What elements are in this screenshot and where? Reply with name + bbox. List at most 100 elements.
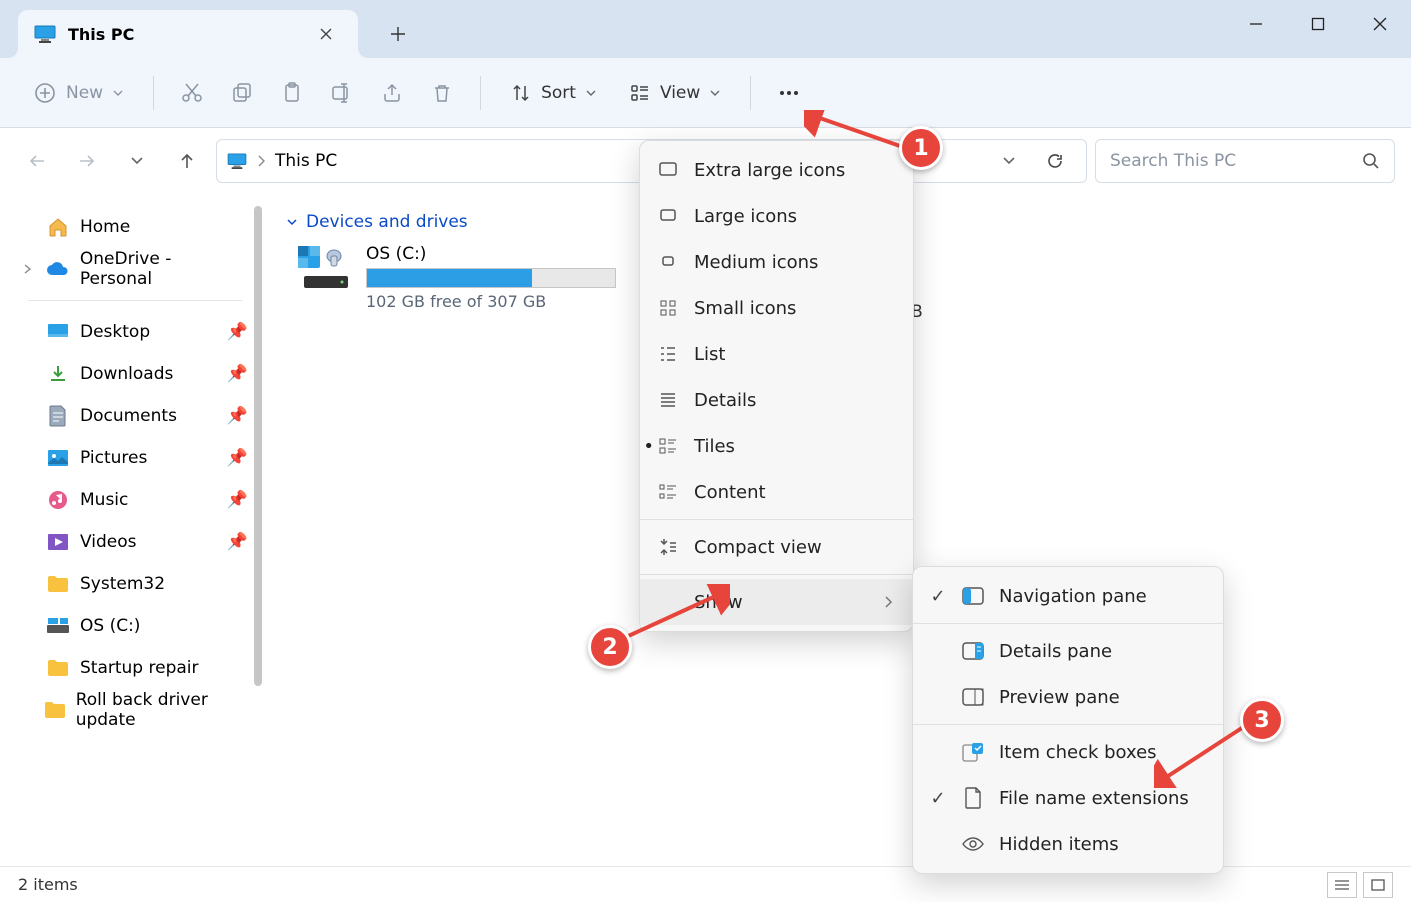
folder-icon xyxy=(46,572,70,596)
this-pc-icon xyxy=(34,25,56,43)
view-menu-medium-icons[interactable]: Medium icons xyxy=(640,239,913,285)
recent-locations-button[interactable] xyxy=(116,140,158,182)
callout-3: 3 xyxy=(1240,698,1284,742)
maximize-button[interactable] xyxy=(1287,0,1349,48)
address-history-button[interactable] xyxy=(988,140,1030,182)
back-button[interactable] xyxy=(16,140,58,182)
sidebar-item-startup-repair[interactable]: Startup repair xyxy=(12,647,258,689)
toolbar: New Sort View xyxy=(0,58,1411,128)
chevron-right-icon xyxy=(883,595,893,609)
x-icon xyxy=(319,27,333,41)
view-menu-content[interactable]: Content xyxy=(640,469,913,515)
paste-button[interactable] xyxy=(270,71,314,115)
view-menu-compact-view[interactable]: Compact view xyxy=(640,524,913,570)
close-tab-button[interactable] xyxy=(310,18,342,50)
sidebar-item-system32[interactable]: System32 xyxy=(12,563,258,605)
callout-1: 1 xyxy=(899,126,943,170)
x-icon xyxy=(1373,17,1387,31)
refresh-button[interactable] xyxy=(1034,140,1076,182)
forward-button[interactable] xyxy=(66,140,108,182)
new-tab-button[interactable] xyxy=(378,14,418,54)
search-icon xyxy=(1362,152,1380,170)
large-icons-view-button[interactable] xyxy=(1363,872,1393,898)
arrow-left-icon xyxy=(28,152,46,170)
sidebar-item-videos[interactable]: Videos📌 xyxy=(12,521,258,563)
cut-button[interactable] xyxy=(170,71,214,115)
copy-button[interactable] xyxy=(220,71,264,115)
sidebar-divider xyxy=(28,300,242,301)
pin-icon: 📌 xyxy=(227,406,248,426)
share-button[interactable] xyxy=(370,71,414,115)
sidebar-item-home[interactable]: Home xyxy=(12,206,258,248)
window-tab[interactable]: This PC xyxy=(18,10,358,58)
view-menu-details[interactable]: Details xyxy=(640,377,913,423)
search-input[interactable] xyxy=(1110,151,1362,171)
view-menu-list[interactable]: List xyxy=(640,331,913,377)
delete-button[interactable] xyxy=(420,71,464,115)
arrow-up-icon xyxy=(178,152,196,170)
breadcrumb-location[interactable]: This PC xyxy=(275,151,337,171)
menu-divider xyxy=(913,623,1223,624)
maximize-icon xyxy=(1311,17,1325,31)
trash-icon xyxy=(431,82,453,104)
cloud-icon xyxy=(46,257,70,281)
chevron-down-icon xyxy=(1002,154,1016,168)
sidebar-item-pictures[interactable]: Pictures📌 xyxy=(12,437,258,479)
list-lines-icon xyxy=(1334,879,1350,891)
expand-icon[interactable] xyxy=(18,264,36,274)
check-icon: ✓ xyxy=(929,586,947,607)
new-button[interactable]: New xyxy=(20,71,137,115)
sidebar-item-downloads[interactable]: Downloads📌 xyxy=(12,353,258,395)
arrow-right-icon xyxy=(78,152,96,170)
show-menu-details-pane[interactable]: Details pane xyxy=(913,628,1223,674)
sidebar-item-onedrive[interactable]: OneDrive - Personal xyxy=(12,248,258,290)
view-button[interactable]: View xyxy=(616,71,734,115)
view-menu-extra-large-icons[interactable]: Extra large icons xyxy=(640,147,913,193)
sidebar-item-desktop[interactable]: Desktop📌 xyxy=(12,311,258,353)
show-submenu: ✓Navigation pane Details pane Preview pa… xyxy=(912,566,1224,874)
drive-os-c[interactable]: OS (C:) 102 GB free of 307 GB xyxy=(296,244,646,311)
show-menu-hidden-items[interactable]: Hidden items xyxy=(913,821,1223,867)
plus-icon xyxy=(390,26,406,42)
show-menu-preview-pane[interactable]: Preview pane xyxy=(913,674,1223,720)
sidebar-item-music[interactable]: Music📌 xyxy=(12,479,258,521)
chevron-down-icon xyxy=(130,154,144,168)
tab-title: This PC xyxy=(68,25,298,44)
downloads-icon xyxy=(46,362,70,386)
view-menu: Extra large icons Large icons Medium ico… xyxy=(639,140,914,632)
details-view-button[interactable] xyxy=(1327,872,1357,898)
show-menu-item-check-boxes[interactable]: Item check boxes xyxy=(913,729,1223,775)
view-menu-tiles[interactable]: Tiles xyxy=(640,423,913,469)
close-window-button[interactable] xyxy=(1349,0,1411,48)
home-icon xyxy=(46,215,70,239)
folder-icon xyxy=(44,698,66,722)
separator xyxy=(480,76,481,110)
sidebar-item-roll-back[interactable]: Roll back driver update xyxy=(12,689,258,731)
search-box[interactable] xyxy=(1095,139,1395,183)
sidebar-scrollbar[interactable] xyxy=(254,206,262,686)
minimize-button[interactable] xyxy=(1225,0,1287,48)
view-menu-large-icons[interactable]: Large icons xyxy=(640,193,913,239)
view-menu-small-icons[interactable]: Small icons xyxy=(640,285,913,331)
sort-button[interactable]: Sort xyxy=(497,71,610,115)
rename-icon xyxy=(331,82,353,104)
drive-name: OS (C:) xyxy=(366,244,616,264)
menu-divider xyxy=(640,519,913,520)
sort-icon xyxy=(511,83,531,103)
share-icon xyxy=(381,82,403,104)
up-button[interactable] xyxy=(166,140,208,182)
refresh-icon xyxy=(1046,152,1064,170)
show-menu-file-name-extensions[interactable]: ✓File name extensions xyxy=(913,775,1223,821)
square-icon xyxy=(656,250,680,274)
view-menu-show[interactable]: Show xyxy=(640,579,913,625)
more-button[interactable] xyxy=(767,71,811,115)
show-menu-navigation-pane[interactable]: ✓Navigation pane xyxy=(913,573,1223,619)
videos-icon xyxy=(46,530,70,554)
sidebar-item-os-c[interactable]: OS (C:) xyxy=(12,605,258,647)
status-item-count: 2 items xyxy=(18,875,78,894)
minimize-icon xyxy=(1249,17,1263,31)
more-icon xyxy=(778,82,800,104)
preview-pane-icon xyxy=(961,685,985,709)
rename-button[interactable] xyxy=(320,71,364,115)
sidebar-item-documents[interactable]: Documents📌 xyxy=(12,395,258,437)
